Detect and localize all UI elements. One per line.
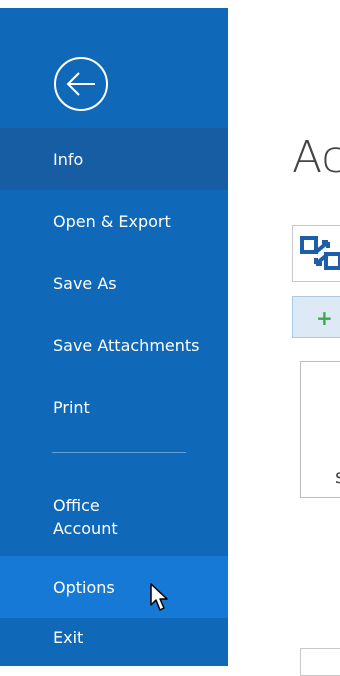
add-account-button[interactable]: + <box>292 296 340 338</box>
sidebar-item-save-attachments[interactable]: Save Attachments <box>0 314 228 376</box>
page-title: Ac <box>292 132 340 183</box>
sidebar-item-label: Info <box>53 149 84 169</box>
plus-icon: + <box>316 306 333 330</box>
sidebar-item-label: Save As <box>53 273 117 293</box>
sidebar-item-label: Exit <box>53 628 84 647</box>
sidebar-item-label: Office Account <box>53 496 118 538</box>
sidebar-item-info[interactable]: Info <box>0 128 228 190</box>
sidebar-item-exit[interactable]: Exit <box>0 618 228 666</box>
card-label: s <box>335 466 340 488</box>
sidebar-item-label: Open & Export <box>53 211 171 231</box>
account-selector[interactable] <box>292 225 340 282</box>
sidebar-item-office-account[interactable]: Office Account <box>0 482 228 552</box>
sidebar-item-save-as[interactable]: Save As <box>0 252 228 314</box>
back-arrow-circle-icon[interactable] <box>52 55 110 113</box>
sidebar-item-open-export[interactable]: Open & Export <box>0 190 228 252</box>
lower-card[interactable] <box>300 648 340 676</box>
sidebar-divider <box>52 452 186 453</box>
sidebar-item-print[interactable]: Print <box>0 376 228 438</box>
account-settings-card[interactable]: s <box>300 361 340 498</box>
exchange-account-icon <box>300 236 340 270</box>
sidebar-item-label: Options <box>53 577 115 597</box>
sidebar-item-options[interactable]: Options <box>0 556 228 618</box>
mouse-pointer-icon <box>150 583 168 611</box>
sidebar-item-label: Save Attachments <box>53 335 200 355</box>
sidebar-item-label: Print <box>53 397 90 417</box>
window-top-strip <box>0 0 340 8</box>
